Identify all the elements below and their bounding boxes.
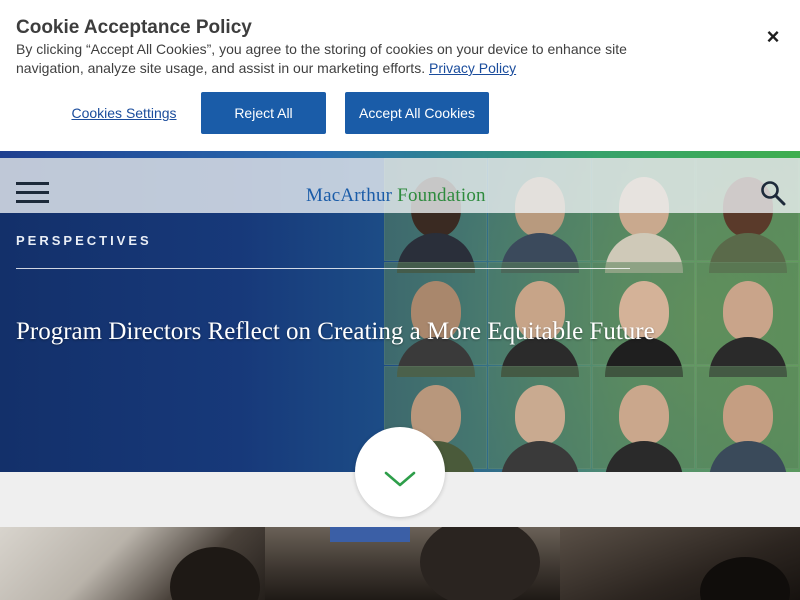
portrait-face	[723, 385, 773, 445]
portrait-body	[501, 441, 579, 472]
portrait-tile	[696, 262, 799, 377]
search-icon[interactable]	[760, 180, 786, 206]
cookies-settings-button[interactable]: Cookies Settings	[58, 93, 190, 133]
portrait-tile	[696, 366, 799, 472]
logo-secondary: Foundation	[397, 185, 486, 206]
cookie-banner-text: By clicking “Accept All Cookies”, you ag…	[16, 40, 666, 78]
portrait-tile	[592, 366, 695, 472]
hamburger-menu-icon[interactable]	[16, 182, 49, 204]
brand-gradient-stripe	[0, 151, 800, 158]
scroll-down-button[interactable]	[355, 427, 445, 517]
cookie-banner: Cookie Acceptance Policy By clicking “Ac…	[0, 0, 800, 151]
reject-all-button[interactable]: Reject All	[201, 92, 326, 134]
portrait-body	[605, 441, 683, 472]
privacy-policy-link[interactable]: Privacy Policy	[429, 60, 516, 76]
portrait-tile	[488, 366, 591, 472]
hero-headline: Program Directors Reflect on Creating a …	[16, 318, 655, 345]
portrait-face	[619, 385, 669, 445]
accept-all-cookies-button[interactable]: Accept All Cookies	[345, 92, 489, 134]
logo-primary: MacArthur	[306, 185, 393, 206]
close-icon[interactable]: ×	[762, 26, 784, 48]
site-logo[interactable]: MacArthur Foundation	[306, 185, 486, 207]
hero-kicker: PERSPECTIVES	[16, 233, 152, 248]
portrait-body	[709, 441, 787, 472]
hero-divider	[16, 268, 630, 269]
cookie-banner-title: Cookie Acceptance Policy	[16, 17, 252, 38]
site-header: MacArthur Foundation	[0, 158, 800, 213]
cookie-banner-body: By clicking “Accept All Cookies”, you ag…	[16, 41, 627, 76]
portrait-face	[515, 385, 565, 445]
chevron-down-icon	[384, 471, 416, 487]
portrait-face	[723, 281, 773, 341]
article-photo	[0, 527, 800, 600]
